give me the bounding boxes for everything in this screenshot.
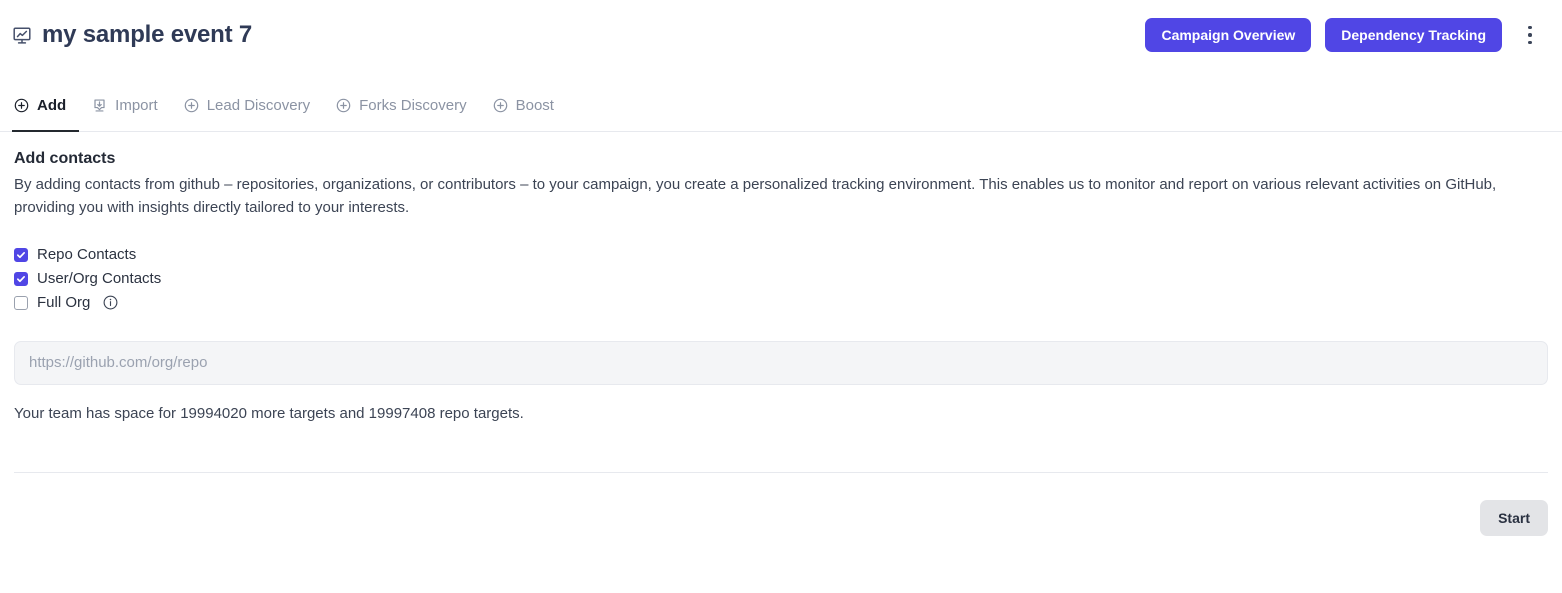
kebab-menu-icon[interactable] bbox=[1518, 20, 1542, 50]
tab-add[interactable]: Add bbox=[12, 70, 80, 132]
plus-circle-icon bbox=[184, 98, 198, 112]
title-group: my sample event 7 bbox=[12, 21, 1145, 49]
tab-lead-discovery[interactable]: Lead Discovery bbox=[171, 70, 323, 131]
tab-forks-discovery[interactable]: Forks Discovery bbox=[323, 70, 480, 131]
check-icon bbox=[17, 251, 25, 258]
plus-circle-icon bbox=[336, 98, 351, 112]
check-icon bbox=[17, 275, 25, 282]
checkbox-row-full-org[interactable]: Full Org bbox=[14, 291, 1548, 315]
import-tray-icon bbox=[94, 98, 105, 112]
section-description: By adding contacts from github – reposit… bbox=[14, 176, 1497, 216]
presentation-chart-icon bbox=[13, 27, 31, 44]
contact-type-checkbox-group: Repo Contacts User/Org Contacts Full Org bbox=[14, 243, 1548, 315]
section-heading: Add contacts bbox=[14, 150, 116, 167]
checkbox-repo-contacts[interactable] bbox=[14, 247, 28, 262]
footer-bar: Start bbox=[0, 499, 1562, 536]
quota-note: Your team has space for 19994020 more ta… bbox=[14, 404, 524, 422]
main-content: Add contacts By adding contacts from git… bbox=[0, 132, 1562, 473]
tab-label: Forks Discovery bbox=[359, 96, 467, 114]
kebab-dot bbox=[1528, 33, 1532, 37]
kebab-dot bbox=[1528, 25, 1532, 30]
tab-label: Lead Discovery bbox=[206, 96, 311, 114]
checkbox-label: Repo Contacts bbox=[37, 246, 137, 264]
tab-label: Boost bbox=[515, 96, 554, 114]
dependency-tracking-button[interactable]: Dependency Tracking bbox=[1325, 18, 1502, 52]
checkbox-full-org[interactable] bbox=[14, 295, 28, 310]
campaign-overview-button[interactable]: Campaign Overview bbox=[1145, 18, 1312, 52]
tab-import[interactable]: Import bbox=[79, 70, 171, 131]
info-circle-icon[interactable] bbox=[103, 295, 118, 310]
checkbox-label: User/Org Contacts bbox=[37, 270, 162, 288]
repo-url-input[interactable] bbox=[14, 340, 1548, 385]
plus-circle-icon bbox=[14, 98, 29, 112]
tab-label: Import bbox=[115, 96, 158, 114]
start-button[interactable]: Start bbox=[1480, 499, 1548, 536]
plus-circle-icon bbox=[493, 98, 507, 112]
tab-bar: Add Import Lead Discovery Forks Discover… bbox=[0, 70, 1562, 132]
tab-boost[interactable]: Boost bbox=[480, 70, 567, 131]
section-divider bbox=[14, 471, 1548, 473]
kebab-dot bbox=[1528, 40, 1532, 45]
checkbox-user-org-contacts[interactable] bbox=[14, 271, 28, 286]
page-title: my sample event 7 bbox=[42, 21, 253, 48]
tab-label: Add bbox=[37, 96, 67, 114]
header-actions: Campaign Overview Dependency Tracking bbox=[1145, 18, 1542, 52]
checkbox-row-repo-contacts[interactable]: Repo Contacts bbox=[14, 243, 1548, 267]
checkbox-row-user-org-contacts[interactable]: User/Org Contacts bbox=[14, 267, 1548, 291]
page-header: my sample event 7 Campaign Overview Depe… bbox=[0, 0, 1562, 70]
checkbox-label: Full Org bbox=[37, 294, 91, 312]
